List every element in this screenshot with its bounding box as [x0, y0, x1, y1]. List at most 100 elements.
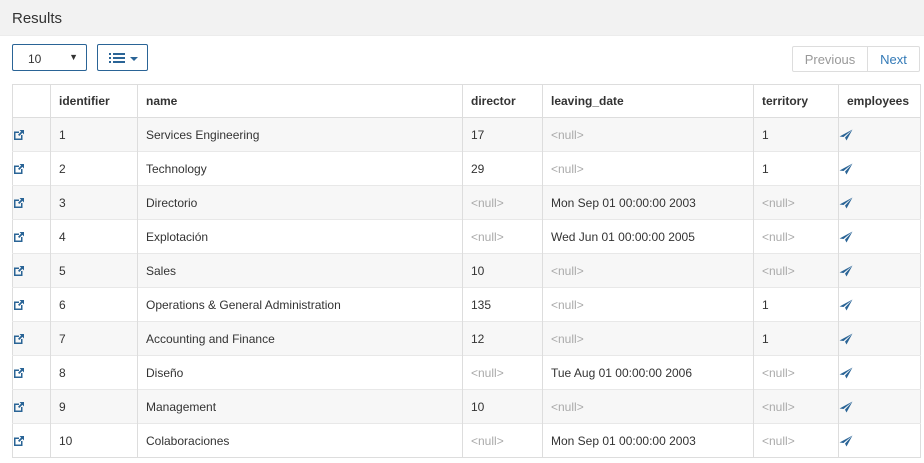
- leaving-date-cell: <null>: [542, 117, 754, 152]
- previous-page-button[interactable]: Previous: [792, 46, 868, 72]
- pagination: Previous Next: [792, 46, 920, 73]
- director-cell: 29: [462, 151, 543, 186]
- leaving-date-cell: <null>: [542, 287, 754, 322]
- table-row: 7 Accounting and Finance 12 <null> 1: [12, 321, 921, 356]
- open-record-icon[interactable]: [13, 333, 25, 345]
- table-row: 2 Technology 29 <null> 1: [12, 151, 921, 186]
- name-cell: Accounting and Finance: [137, 321, 463, 356]
- name-cell: Operations & General Administration: [137, 287, 463, 322]
- columns-menu-button[interactable]: [97, 44, 148, 71]
- table-body: 1 Services Engineering 17 <null> 1 2 Technolog…: [12, 117, 921, 458]
- territory-cell: 1: [753, 151, 839, 186]
- navigate-employees-icon[interactable]: [839, 231, 853, 243]
- open-record-cell: [12, 219, 51, 254]
- territory-cell: 1: [753, 117, 839, 152]
- column-header-leaving-date[interactable]: leaving_date: [542, 84, 754, 118]
- territory-cell: <null>: [753, 185, 839, 220]
- identifier-cell: 3: [50, 185, 138, 220]
- director-cell: <null>: [462, 185, 543, 220]
- director-cell: <null>: [462, 219, 543, 254]
- employees-cell: [839, 288, 921, 322]
- table-header-row: identifier name director leaving_date te…: [12, 84, 921, 118]
- name-cell: Explotación: [137, 219, 463, 254]
- column-header-territory[interactable]: territory: [753, 84, 839, 118]
- employees-cell: [839, 152, 921, 186]
- table-row: 5 Sales 10 <null> <null>: [12, 253, 921, 288]
- open-record-icon[interactable]: [13, 197, 25, 209]
- identifier-cell: 6: [50, 287, 138, 322]
- employees-cell: [839, 186, 921, 220]
- territory-cell: <null>: [753, 423, 839, 458]
- table-row: 1 Services Engineering 17 <null> 1: [12, 117, 921, 152]
- open-record-cell: [12, 117, 51, 152]
- open-record-icon[interactable]: [13, 435, 25, 447]
- name-cell: Colaboraciones: [137, 423, 463, 458]
- navigate-employees-icon[interactable]: [839, 163, 853, 175]
- table-row: 8 Diseño <null> Tue Aug 01 00:00:00 2006 <nu…: [12, 355, 921, 390]
- table-row: 6 Operations & General Administration 135 <…: [12, 287, 921, 322]
- employees-cell: [839, 322, 921, 356]
- open-record-icon[interactable]: [13, 129, 25, 141]
- territory-cell: <null>: [753, 219, 839, 254]
- open-record-cell: [12, 151, 51, 186]
- territory-cell: 1: [753, 321, 839, 356]
- identifier-cell: 9: [50, 389, 138, 424]
- open-record-icon[interactable]: [13, 231, 25, 243]
- open-record-icon[interactable]: [13, 265, 25, 277]
- table-row: 3 Directorio <null> Mon Sep 01 00:00:00 200…: [12, 185, 921, 220]
- open-record-cell: [12, 355, 51, 390]
- leaving-date-cell: Mon Sep 01 00:00:00 2003: [542, 423, 754, 458]
- column-header-identifier[interactable]: identifier: [50, 84, 138, 118]
- navigate-employees-icon[interactable]: [839, 265, 853, 277]
- navigate-employees-icon[interactable]: [839, 367, 853, 379]
- open-record-cell: [12, 287, 51, 322]
- list-icon: [109, 53, 125, 63]
- identifier-cell: 2: [50, 151, 138, 186]
- open-record-icon[interactable]: [13, 163, 25, 175]
- identifier-cell: 1: [50, 117, 138, 152]
- page-size-select[interactable]: 10 ▼: [12, 44, 87, 71]
- employees-cell: [839, 118, 921, 152]
- navigate-employees-icon[interactable]: [839, 299, 853, 311]
- leaving-date-cell: Wed Jun 01 00:00:00 2005: [542, 219, 754, 254]
- navigate-employees-icon[interactable]: [839, 333, 853, 345]
- director-cell: 17: [462, 117, 543, 152]
- territory-cell: 1: [753, 287, 839, 322]
- results-toolbar: 10 ▼ Previous Next: [0, 36, 924, 84]
- column-header-actions: [12, 84, 51, 118]
- navigate-employees-icon[interactable]: [839, 197, 853, 209]
- director-cell: <null>: [462, 423, 543, 458]
- name-cell: Sales: [137, 253, 463, 288]
- next-page-button[interactable]: Next: [868, 46, 920, 72]
- open-record-cell: [12, 253, 51, 288]
- name-cell: Technology: [137, 151, 463, 186]
- open-record-icon[interactable]: [13, 367, 25, 379]
- navigate-employees-icon[interactable]: [839, 401, 853, 413]
- leaving-date-cell: Mon Sep 01 00:00:00 2003: [542, 185, 754, 220]
- employees-cell: [839, 424, 921, 458]
- leaving-date-cell: Tue Aug 01 00:00:00 2006: [542, 355, 754, 390]
- column-header-name[interactable]: name: [137, 84, 463, 118]
- table-row: 4 Explotación <null> Wed Jun 01 00:00:00 20…: [12, 219, 921, 254]
- caret-down-icon: ▼: [69, 52, 78, 62]
- identifier-cell: 5: [50, 253, 138, 288]
- open-record-cell: [12, 321, 51, 356]
- results-table: identifier name director leaving_date te…: [12, 84, 921, 458]
- identifier-cell: 8: [50, 355, 138, 390]
- column-header-director[interactable]: director: [462, 84, 543, 118]
- director-cell: 10: [462, 389, 543, 424]
- open-record-cell: [12, 185, 51, 220]
- name-cell: Diseño: [137, 355, 463, 390]
- open-record-cell: [12, 423, 51, 458]
- director-cell: <null>: [462, 355, 543, 390]
- navigate-employees-icon[interactable]: [839, 435, 853, 447]
- employees-cell: [839, 356, 921, 390]
- results-panel-heading: Results: [0, 0, 924, 36]
- open-record-icon[interactable]: [13, 299, 25, 311]
- open-record-icon[interactable]: [13, 401, 25, 413]
- table-row: 10 Colaboraciones <null> Mon Sep 01 00:00:0…: [12, 423, 921, 458]
- caret-down-icon: [130, 57, 138, 61]
- column-header-employees[interactable]: employees: [838, 84, 921, 118]
- identifier-cell: 7: [50, 321, 138, 356]
- navigate-employees-icon[interactable]: [839, 129, 853, 141]
